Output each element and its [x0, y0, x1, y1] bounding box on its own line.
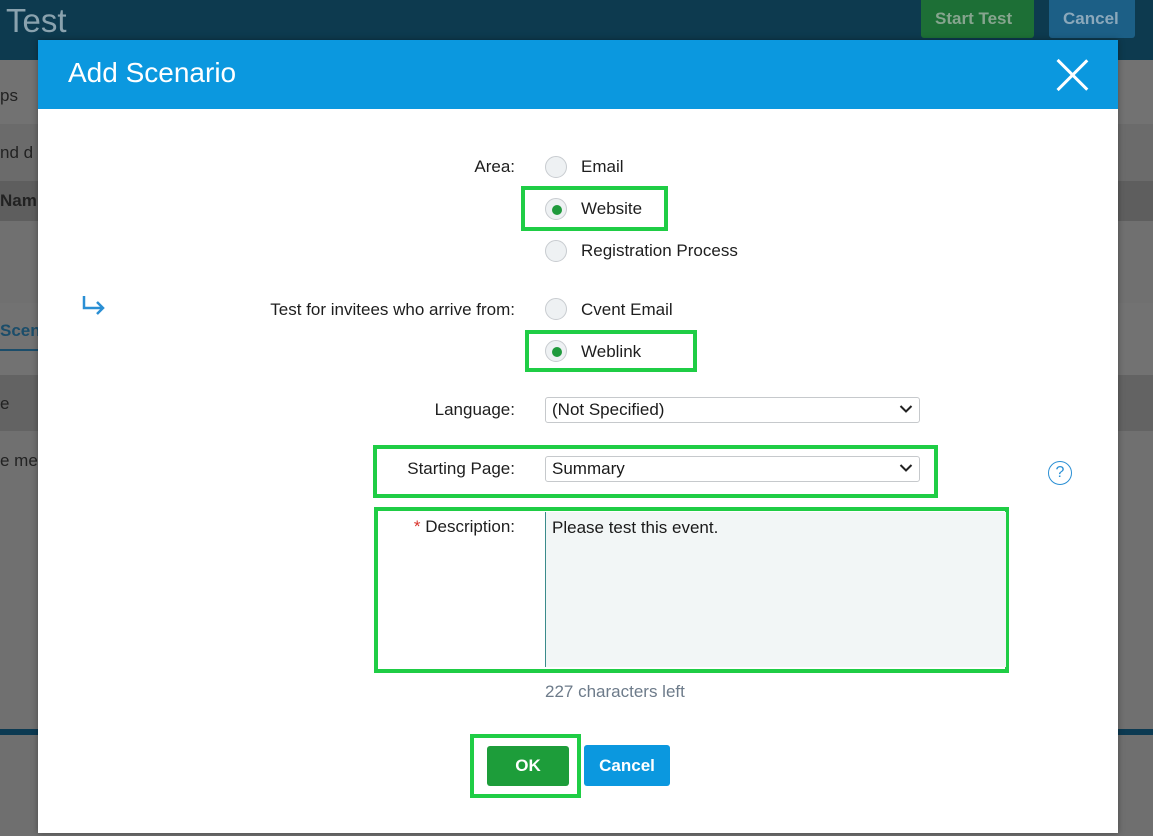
description-textarea[interactable]: Please test this event. — [545, 512, 1006, 667]
start-test-button[interactable]: Start Test — [921, 0, 1034, 38]
area-radio-website[interactable] — [545, 198, 567, 220]
bg-text: e me — [0, 451, 38, 470]
cancel-button[interactable]: Cancel — [584, 745, 670, 786]
bg-tab-scenarios[interactable]: Scen — [0, 321, 41, 351]
chevron-down-icon — [899, 464, 913, 472]
dialog-title: Add Scenario — [68, 57, 237, 88]
bg-text: e — [0, 394, 10, 413]
area-radio-email[interactable] — [545, 156, 567, 178]
required-asterisk: * — [413, 517, 421, 536]
arrive-radio-cvent-email[interactable] — [545, 298, 567, 320]
area-radio-registration[interactable] — [545, 240, 567, 262]
arrive-option-weblink[interactable]: Weblink — [581, 342, 641, 362]
close-icon[interactable] — [1055, 58, 1089, 92]
starting-page-select[interactable]: Summary — [545, 456, 920, 482]
language-label: Language: — [434, 400, 515, 419]
indent-arrow-icon — [82, 296, 105, 315]
bg-text: nd d — [0, 143, 34, 162]
starting-page-select-value: Summary — [552, 459, 625, 478]
app-title: Test — [6, 2, 67, 39]
help-icon[interactable]: ? — [1048, 461, 1072, 485]
starting-page-label: Starting Page: — [407, 459, 515, 478]
ok-button[interactable]: OK — [487, 746, 569, 786]
arrive-from-label: Test for invitees who arrive from: — [270, 300, 515, 319]
language-select-value: (Not Specified) — [552, 400, 665, 419]
dialog-header: Add Scenario — [38, 40, 1118, 109]
add-scenario-dialog: Add Scenario Area: Email Website Registr… — [38, 40, 1118, 833]
bg-text: ps — [0, 86, 18, 105]
bg-text: Nam — [0, 191, 37, 210]
description-label: Description: — [425, 517, 515, 536]
arrive-option-cvent-email[interactable]: Cvent Email — [581, 300, 673, 320]
header-cancel-button[interactable]: Cancel — [1049, 0, 1135, 38]
area-option-website[interactable]: Website — [581, 199, 642, 219]
area-option-email[interactable]: Email — [581, 157, 624, 177]
chevron-down-icon — [899, 405, 913, 413]
description-label-wrap: * Description: — [414, 517, 515, 537]
area-label: Area: — [474, 157, 515, 176]
language-select[interactable]: (Not Specified) — [545, 397, 920, 423]
area-option-registration[interactable]: Registration Process — [581, 241, 738, 261]
character-counter: 227 characters left — [545, 682, 685, 701]
arrive-radio-weblink[interactable] — [545, 340, 567, 362]
